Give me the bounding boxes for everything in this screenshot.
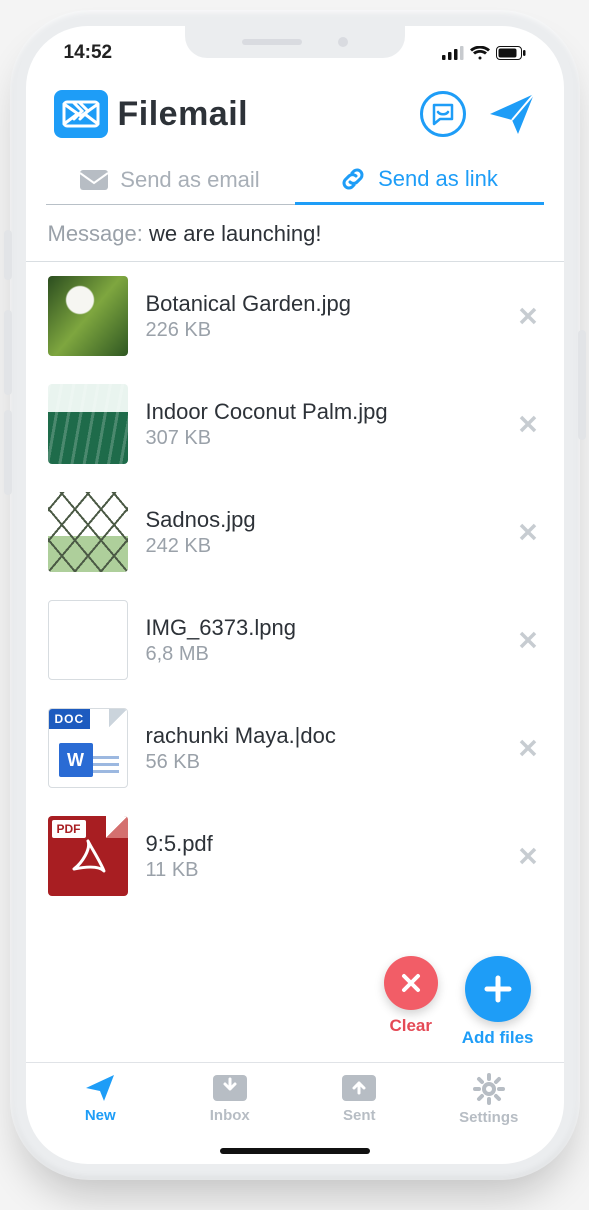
file-thumbnail[interactable] <box>48 384 128 464</box>
file-thumbnail[interactable] <box>48 600 128 680</box>
brand: Filemail <box>54 90 249 138</box>
support-button[interactable] <box>420 91 466 137</box>
volume-up-button <box>4 310 12 395</box>
file-row: Botanical Garden.jpg 226 KB <box>26 262 564 370</box>
tabbar-item-inbox[interactable]: Inbox <box>165 1073 295 1140</box>
link-icon <box>340 166 366 192</box>
chat-smile-icon <box>430 101 456 127</box>
inbox-icon <box>213 1073 247 1103</box>
remove-file-button[interactable] <box>514 522 542 542</box>
file-size: 242 KB <box>146 535 496 558</box>
file-name: Botanical Garden.jpg <box>146 291 496 317</box>
phone-frame: 14:52 Filemail <box>10 10 580 1180</box>
tabbar-settings-label: Settings <box>459 1109 518 1126</box>
battery-icon <box>496 46 526 60</box>
message-value: we are launching! <box>149 221 321 246</box>
file-name: rachunki Maya.|doc <box>146 723 496 749</box>
close-icon <box>518 630 538 650</box>
close-icon <box>400 972 422 994</box>
send-mode-tabs: Send as email Send as link <box>46 156 544 205</box>
volume-down-button <box>4 410 12 495</box>
file-thumbnail[interactable] <box>48 276 128 356</box>
file-row: PDF 9:5.pdf 11 KB <box>26 802 564 910</box>
file-size: 226 KB <box>146 319 496 342</box>
fab-actions: Clear Add files <box>384 956 534 1048</box>
notch <box>185 26 405 58</box>
tabbar-inbox-label: Inbox <box>210 1107 250 1124</box>
gear-icon <box>473 1073 505 1105</box>
remove-file-button[interactable] <box>514 414 542 434</box>
wifi-icon <box>470 46 490 60</box>
send-button[interactable] <box>488 92 536 136</box>
message-field[interactable]: Message: we are launching! <box>26 205 564 262</box>
file-row: IMG_6373.lpng 6,8 MB <box>26 586 564 694</box>
tab-email-label: Send as email <box>120 167 259 193</box>
plus-icon <box>483 974 513 1004</box>
tabbar-sent-label: Sent <box>343 1107 376 1124</box>
file-thumbnail[interactable] <box>48 492 128 572</box>
close-icon <box>518 522 538 542</box>
remove-file-button[interactable] <box>514 738 542 758</box>
close-icon <box>518 846 538 866</box>
home-indicator[interactable] <box>220 1148 370 1154</box>
add-files-label: Add files <box>462 1028 534 1048</box>
tab-link-label: Send as link <box>378 166 498 192</box>
brand-name: Filemail <box>118 95 249 134</box>
status-time: 14:52 <box>64 42 113 64</box>
clear-button[interactable]: Clear <box>384 956 438 1036</box>
clear-label: Clear <box>389 1016 432 1036</box>
tabbar-new-label: New <box>85 1107 116 1124</box>
file-row: DOC W rachunki Maya.|doc 56 KB <box>26 694 564 802</box>
file-thumbnail[interactable]: PDF <box>48 816 128 896</box>
app-header: Filemail <box>26 72 564 152</box>
remove-file-button[interactable] <box>514 630 542 650</box>
close-icon <box>518 306 538 326</box>
file-row: Sadnos.jpg 242 KB <box>26 478 564 586</box>
tab-send-link[interactable]: Send as link <box>295 156 544 205</box>
file-size: 6,8 MB <box>146 643 496 666</box>
signal-icon <box>442 46 464 60</box>
close-icon <box>518 414 538 434</box>
envelope-icon <box>80 170 108 190</box>
file-name: IMG_6373.lpng <box>146 615 496 641</box>
tabbar-item-settings[interactable]: Settings <box>424 1073 554 1140</box>
message-label: Message: <box>48 221 143 246</box>
tabbar-item-new[interactable]: New <box>36 1073 166 1140</box>
close-icon <box>518 738 538 758</box>
paper-plane-icon <box>84 1073 116 1103</box>
brand-logo-icon <box>54 90 108 138</box>
file-thumbnail[interactable]: DOC W <box>48 708 128 788</box>
tabbar-item-sent[interactable]: Sent <box>295 1073 425 1140</box>
pdf-badge: PDF <box>52 820 86 838</box>
remove-file-button[interactable] <box>514 306 542 326</box>
acrobat-icon <box>67 835 109 877</box>
file-row: Indoor Coconut Palm.jpg 307 KB <box>26 370 564 478</box>
paper-plane-icon <box>488 92 536 136</box>
file-size: 56 KB <box>146 751 496 774</box>
tab-send-email[interactable]: Send as email <box>46 156 295 205</box>
add-files-button[interactable]: Add files <box>462 956 534 1048</box>
file-list: Botanical Garden.jpg 226 KB Indoor Cocon… <box>26 262 564 1062</box>
file-size: 11 KB <box>146 859 496 882</box>
file-name: 9:5.pdf <box>146 831 496 857</box>
sent-icon <box>342 1073 376 1103</box>
file-name: Indoor Coconut Palm.jpg <box>146 399 496 425</box>
file-name: Sadnos.jpg <box>146 507 496 533</box>
power-button <box>578 330 586 440</box>
file-size: 307 KB <box>146 427 496 450</box>
doc-badge: DOC <box>49 709 91 729</box>
mute-switch <box>4 230 12 280</box>
remove-file-button[interactable] <box>514 846 542 866</box>
